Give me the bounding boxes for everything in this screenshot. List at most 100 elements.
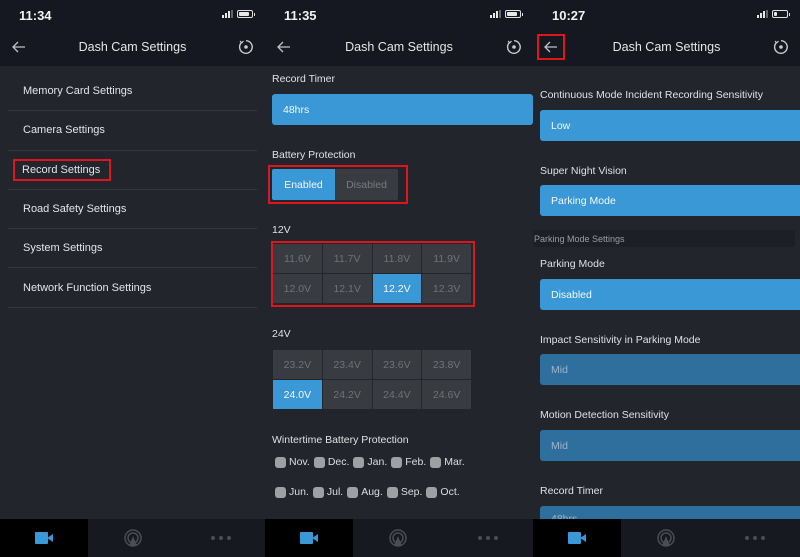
voltage-option[interactable]: 24.2V (322, 380, 372, 409)
tab-bar (533, 519, 800, 557)
month-label: Dec. (327, 456, 350, 468)
menu-item-label: Road Safety Settings (23, 203, 127, 216)
month-label: Oct. (440, 486, 460, 498)
video-camera-icon (568, 532, 586, 544)
voltage-option[interactable]: 23.6V (372, 350, 422, 379)
motion-detection-select[interactable]: Mid (540, 430, 800, 461)
battery-protection-toggle: Enabled Disabled (272, 169, 398, 200)
nav-bar: Dash Cam Settings (0, 30, 265, 66)
signal-icon (490, 10, 501, 18)
record-timer-label: Record Timer (272, 73, 336, 85)
voltage-option[interactable]: 12.0V (273, 274, 322, 303)
voltage-option[interactable]: 11.7V (322, 244, 372, 273)
tab-camera[interactable] (0, 519, 88, 557)
refresh-icon[interactable] (505, 38, 523, 56)
month-label: Aug. (361, 486, 383, 498)
record-timer-select[interactable]: 48hrs (272, 94, 533, 125)
impact-sensitivity-select[interactable]: Mid (540, 354, 800, 385)
month-checkbox[interactable]: Dec. (313, 456, 350, 468)
month-checkbox[interactable]: Jan. (353, 456, 387, 468)
menu-item-system-settings[interactable]: System Settings (8, 229, 257, 269)
menu-item-label: System Settings (23, 242, 103, 255)
super-night-vision-label: Super Night Vision (540, 165, 627, 177)
12v-voltage-grid: 11.6V 11.7V 11.8V 11.9V 12.0V 12.1V 12.2… (273, 244, 471, 303)
video-camera-icon (300, 532, 318, 544)
month-checkbox[interactable]: Mar. (430, 456, 465, 468)
status-time: 10:27 (552, 8, 586, 23)
voltage-option[interactable]: 23.2V (273, 350, 322, 379)
parking-mode-select[interactable]: Disabled (540, 279, 800, 310)
tab-bar (265, 519, 533, 557)
voltage-option-selected[interactable]: 12.2V (372, 274, 422, 303)
tab-camera[interactable] (533, 519, 621, 557)
checkbox-icon (391, 456, 403, 468)
menu-item-network-function-settings[interactable]: Network Function Settings (8, 268, 257, 308)
month-checkbox[interactable]: Nov. (275, 456, 310, 468)
parking-mode-label: Parking Mode (540, 258, 605, 270)
battery-protection-disabled[interactable]: Disabled (335, 169, 398, 200)
checkbox-icon (313, 456, 325, 468)
checkbox-icon (275, 456, 286, 468)
status-bar: 11:35 (265, 0, 533, 30)
checkbox-icon (347, 486, 359, 498)
system-indicators (222, 10, 255, 18)
voltage-option-selected[interactable]: 24.0V (273, 380, 322, 409)
wintertime-label: Wintertime Battery Protection (272, 434, 409, 446)
nav-bar: Dash Cam Settings (533, 30, 800, 66)
voltage-option[interactable]: 12.3V (422, 274, 471, 303)
tab-broadcast[interactable] (88, 519, 177, 557)
page-title: Dash Cam Settings (345, 40, 453, 54)
record-timer-label: Record Timer (540, 485, 604, 497)
month-label: Nov. (289, 456, 310, 468)
broadcast-icon (123, 529, 142, 547)
impact-sensitivity-label: Impact Sensitivity in Parking Mode (540, 334, 701, 346)
video-camera-icon (35, 532, 53, 544)
tab-more[interactable] (442, 519, 533, 557)
month-checkbox[interactable]: Oct. (426, 486, 460, 498)
voltage-option[interactable]: 12.1V (322, 274, 372, 303)
super-night-vision-select[interactable]: Parking Mode (540, 185, 800, 216)
voltage-option[interactable]: 11.6V (273, 244, 322, 273)
nav-bar: Dash Cam Settings (265, 30, 533, 66)
menu-item-memory-card-settings[interactable]: Memory Card Settings (8, 72, 257, 112)
checkbox-icon (386, 486, 398, 498)
24v-voltage-grid: 23.2V 23.4V 23.6V 23.8V 24.0V 24.2V 24.4… (273, 350, 471, 409)
wintertime-months-row-1: Nov. Dec. Jan. Feb. Mar. (275, 456, 465, 468)
tab-broadcast[interactable] (353, 519, 442, 557)
month-checkbox[interactable]: Feb. (391, 456, 426, 468)
continuous-sensitivity-select[interactable]: Low (540, 110, 800, 141)
voltage-option[interactable]: 24.6V (422, 380, 471, 409)
month-checkbox[interactable]: Aug. (347, 486, 383, 498)
month-checkbox[interactable]: Jul. (312, 486, 344, 498)
tab-more[interactable] (177, 519, 265, 557)
panel-record-settings-scrolled: 10:27 Dash Cam Settings Continuous Mode … (533, 0, 800, 557)
voltage-option[interactable]: 11.9V (422, 244, 471, 273)
voltage-option[interactable]: 23.4V (322, 350, 372, 379)
battery-protection-enabled[interactable]: Enabled (272, 169, 335, 200)
tab-broadcast[interactable] (621, 519, 710, 557)
menu-item-label: Network Function Settings (23, 281, 152, 294)
menu-item-label: Record Settings (12, 158, 112, 181)
voltage-option[interactable]: 24.4V (372, 380, 422, 409)
refresh-icon[interactable] (772, 38, 790, 56)
menu-item-road-safety-settings[interactable]: Road Safety Settings (8, 190, 257, 230)
system-indicators (757, 10, 790, 18)
refresh-icon[interactable] (237, 38, 255, 56)
month-checkbox[interactable]: Jun. (275, 486, 309, 498)
status-time: 11:34 (19, 8, 52, 23)
checkbox-icon (312, 486, 324, 498)
more-icon (477, 536, 498, 540)
broadcast-icon (656, 529, 675, 547)
12v-label: 12V (272, 224, 291, 236)
panel-record-settings: 11:35 Dash Cam Settings Record Timer 48h… (265, 0, 533, 557)
menu-item-record-settings[interactable]: Record Settings (8, 151, 257, 190)
menu-item-camera-settings[interactable]: Camera Settings (8, 111, 257, 151)
status-bar: 10:27 (533, 0, 800, 30)
month-label: Jul. (326, 486, 344, 498)
voltage-option[interactable]: 11.8V (372, 244, 422, 273)
month-checkbox[interactable]: Sep. (386, 486, 422, 498)
menu-item-label: Camera Settings (23, 124, 105, 137)
tab-more[interactable] (710, 519, 800, 557)
voltage-option[interactable]: 23.8V (422, 350, 471, 379)
tab-camera[interactable] (265, 519, 353, 557)
